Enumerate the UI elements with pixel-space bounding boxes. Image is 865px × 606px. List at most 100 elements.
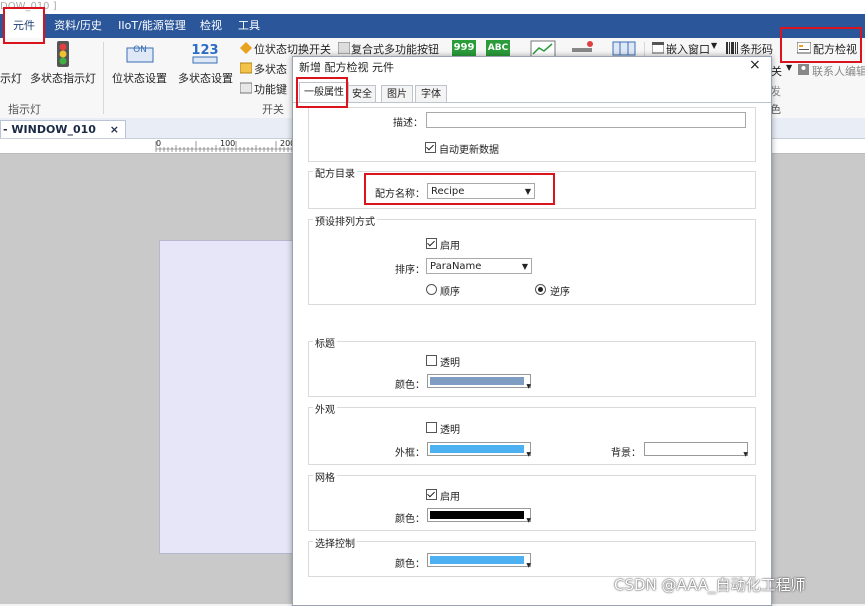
tab-divider [293, 102, 771, 103]
embed-window-dropdown-icon[interactable]: ▼ [711, 41, 717, 50]
descending-radio[interactable] [535, 284, 546, 295]
chevron-down-icon: ▼ [526, 383, 531, 390]
menu-bar: 元件 资料/历史 IIoT/能源管理 检视 工具 [0, 14, 865, 38]
multi-state-indicator-button[interactable]: 多状态指示灯 [30, 70, 96, 86]
selection-color-picker[interactable]: ▼ [427, 553, 531, 569]
window-page[interactable] [159, 240, 301, 554]
chevron-down-icon: ▼ [743, 451, 748, 458]
menu-iiot-energy[interactable]: IIoT/能源管理 [112, 14, 192, 38]
grid-title: 网格 [313, 469, 337, 484]
grid-color-swatch [430, 511, 524, 519]
ascending-radio[interactable] [426, 284, 437, 295]
description-input[interactable] [426, 112, 746, 128]
sort-enable-label: 启用 [440, 241, 460, 252]
multi-state-switch-button[interactable]: 多状态 [254, 61, 287, 77]
header-transparent-checkbox[interactable] [426, 355, 437, 366]
chevron-down-icon: ▼ [526, 517, 531, 524]
appearance-transparent-checkbox[interactable] [426, 422, 437, 433]
close-dropdown-icon[interactable]: ▼ [786, 63, 792, 72]
toggle-switch-icon [240, 42, 252, 54]
tab-general[interactable]: 一般属性 [299, 82, 349, 103]
recipe-directory-panel: 配方目录 配方名称： Recipe ▼ [308, 165, 756, 209]
description-label: 描述： [393, 118, 423, 129]
recipe-name-value: Recipe [431, 186, 465, 197]
bit-state-setting-button[interactable]: 位状态设置 [112, 70, 167, 86]
multi-state-icon: 123 [191, 43, 219, 64]
selection-control-title: 选择控制 [313, 535, 357, 550]
function-key-icon [240, 82, 252, 94]
menu-element[interactable]: 元件 [4, 14, 44, 38]
background-color-swatch [647, 445, 741, 453]
barcode-icon [726, 42, 738, 54]
watermark: CSDN @AAA_自动化工程师 [614, 576, 806, 594]
menu-data-history[interactable]: 资料/历史 [50, 14, 106, 38]
ascii-display-icon[interactable]: ABC [486, 40, 510, 56]
menu-view[interactable]: 检视 [196, 14, 226, 38]
indicator-lamp-button[interactable]: 示灯 [0, 70, 22, 86]
header-color-picker[interactable]: ▼ [427, 374, 531, 390]
grid-color-label: 颜色： [395, 514, 425, 525]
function-key-button[interactable]: 功能键 [254, 81, 287, 97]
chevron-down-icon: ▼ [524, 187, 531, 196]
bit-state-icon: ON [126, 45, 154, 63]
description-panel: 描述： 自动更新数据 [308, 107, 756, 162]
close-partial-button[interactable]: 关 [771, 63, 782, 79]
grid-color-picker[interactable]: ▼ [427, 508, 531, 524]
chevron-down-icon: ▼ [526, 451, 531, 458]
tab-picture[interactable]: 图片 [381, 85, 413, 103]
chevron-down-icon: ▼ [526, 562, 531, 569]
menu-tools[interactable]: 工具 [232, 14, 266, 38]
sort-enable-checkbox[interactable] [426, 238, 437, 249]
dialog-close-icon[interactable]: × [749, 57, 761, 73]
header-panel: 标题 透明 颜色： ▼ [308, 335, 756, 397]
combo-button[interactable]: 复合式多功能按钮 [351, 41, 439, 57]
sort-field-select[interactable]: ParaName ▼ [426, 258, 532, 274]
auto-update-checkbox[interactable] [425, 142, 436, 153]
ruler-label-0: 0 [156, 139, 162, 148]
grid-enable-label: 启用 [440, 492, 460, 503]
recipe-name-select[interactable]: Recipe ▼ [427, 183, 535, 199]
embed-window-icon [652, 42, 664, 54]
embed-window-button[interactable]: 嵌入窗口 [666, 41, 710, 57]
dialog-title: 新增 配方检视 元件 [299, 61, 394, 74]
new-recipe-view-dialog: 新增 配方检视 元件 × 一般属性 安全 图片 字体 描述： 自动更新数据 配方… [292, 56, 772, 606]
recipe-name-label: 配方名称： [375, 189, 425, 200]
tab-security[interactable]: 安全 [348, 85, 376, 103]
ruler-label-100: 100 [220, 139, 236, 148]
group-switch-label: 开关 [262, 103, 284, 116]
appearance-title: 外观 [313, 401, 337, 416]
tab-font[interactable]: 字体 [415, 85, 447, 103]
frame-color-picker[interactable]: ▼ [427, 442, 531, 458]
header-title: 标题 [313, 335, 337, 350]
recipe-view-button[interactable]: 配方检视 [813, 41, 857, 57]
svg-text:ON: ON [133, 45, 147, 55]
selection-color-label: 颜色： [395, 559, 425, 570]
multi-state-switch-icon [240, 62, 252, 74]
selection-color-swatch [430, 556, 524, 564]
frame-color-label: 外框： [395, 448, 425, 459]
sort-field-value: ParaName [430, 261, 482, 272]
ribbon-separator [103, 42, 104, 114]
background-color-picker[interactable]: ▼ [644, 442, 748, 458]
recipe-directory-title: 配方目录 [313, 165, 357, 180]
frame-color-swatch [430, 445, 524, 453]
recipe-view-icon [797, 42, 811, 54]
document-tab-label: - WINDOW_010 [3, 123, 96, 136]
multi-state-setting-button[interactable]: 多状态设置 [178, 70, 233, 86]
bit-state-toggle-button[interactable]: 位状态切换开关 [254, 41, 331, 57]
group-indicator-label: 指示灯 [8, 103, 41, 116]
grid-enable-checkbox[interactable] [426, 489, 437, 500]
document-tab-window-010[interactable]: - WINDOW_010 × [0, 120, 126, 138]
contact-editor-button[interactable]: 联系人编辑 [812, 63, 865, 79]
combo-button-icon [338, 42, 350, 54]
auto-update-label: 自动更新数据 [439, 145, 499, 156]
header-color-label: 颜色： [395, 380, 425, 391]
window-title-strip: DOW_010 ] [0, 0, 865, 14]
contact-icon [798, 64, 809, 75]
numeric-display-icon[interactable]: 999 [452, 40, 476, 56]
grid-panel: 网格 启用 颜色： ▼ [308, 469, 756, 531]
document-tab-close-icon[interactable]: × [110, 123, 119, 136]
barcode-button[interactable]: 条形码 [740, 41, 773, 57]
header-color-swatch [430, 377, 524, 385]
sort-order-label: 排序： [395, 265, 425, 276]
